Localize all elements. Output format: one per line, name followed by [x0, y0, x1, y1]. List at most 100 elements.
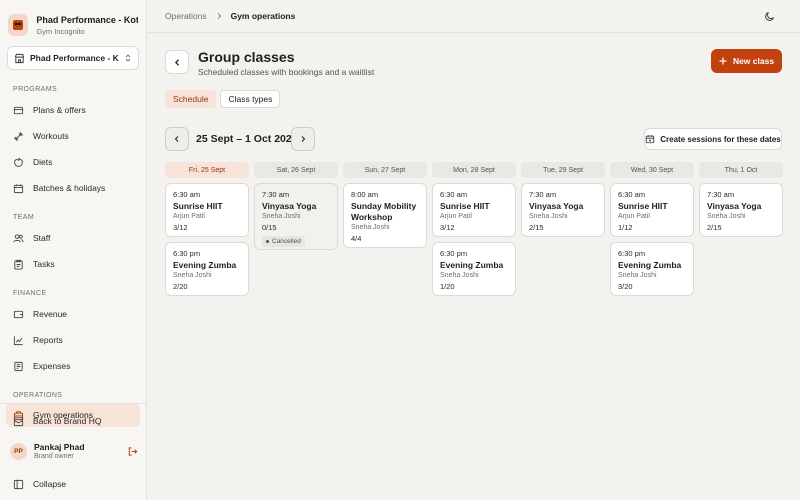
sidebar-item-diets[interactable]: Diets: [0, 150, 140, 174]
session-card[interactable]: 8:00 am Sunday Mobility Workshop Sneha J…: [343, 183, 427, 248]
session-card[interactable]: 6:30 pm Evening Zumba Sneha Joshi 2/20: [165, 242, 249, 296]
tab-class-types[interactable]: Class types: [220, 90, 281, 108]
session-time: 7:30 am: [707, 190, 735, 199]
sidebar-item-label: Plans & offers: [33, 105, 86, 115]
day-column: Mon, 28 Sept 6:30 am Sunrise HIIT Arjun …: [432, 162, 516, 296]
brand-logo-icon: [8, 14, 29, 36]
session-card[interactable]: 7:30 am Vinyasa Yoga Sneha Joshi 2/15: [521, 183, 605, 237]
section-programs-title: PROGRAMS: [13, 86, 58, 93]
new-class-label: New class: [732, 56, 775, 66]
day-header: Thu, 1 Oct: [699, 162, 783, 178]
back-button[interactable]: [165, 50, 189, 74]
session-bookings: 3/20: [618, 282, 633, 291]
sidebar-item-workouts[interactable]: Workouts: [0, 124, 140, 148]
session-time: 7:30 am: [262, 190, 290, 199]
session-trainer: Sneha Joshi: [440, 272, 479, 279]
chevron-updown-icon: [125, 54, 131, 62]
store-icon: [14, 53, 25, 63]
session-name: Evening Zumba: [173, 260, 237, 270]
session-name: Vinyasa Yoga: [529, 201, 584, 211]
sidebar-item-reports[interactable]: Reports: [0, 328, 140, 352]
day-header: Sun, 27 Sept: [343, 162, 427, 178]
sidebar-item-revenue[interactable]: Revenue: [0, 302, 140, 326]
session-card[interactable]: 6:30 pm Evening Zumba Sneha Joshi 3/20: [610, 242, 694, 296]
sidebar-item-plans[interactable]: Plans & offers: [0, 98, 140, 122]
session-card[interactable]: 6:30 pm Evening Zumba Sneha Joshi 1/20: [432, 242, 516, 296]
tab-schedule[interactable]: Schedule: [165, 90, 217, 108]
session-bookings: 2/20: [173, 282, 188, 291]
sidebar-item-batches[interactable]: Batches & holidays: [0, 176, 140, 200]
day-column: Fri, 25 Sept 6:30 am Sunrise HIIT Arjun …: [165, 162, 249, 296]
day-header: Fri, 25 Sept: [165, 162, 249, 178]
create-sessions-label: Create sessions for these dates: [660, 134, 781, 144]
sidebar-item-label: Diets: [33, 157, 53, 167]
session-name: Sunrise HIIT: [618, 201, 668, 211]
session-card[interactable]: 7:30 am Vinyasa Yoga Sneha Joshi 2/15: [699, 183, 783, 237]
page-title: Group classes: [198, 49, 295, 65]
session-name: Evening Zumba: [618, 260, 682, 270]
back-label: Back to Brand HQ: [33, 416, 102, 426]
calendar-icon: [13, 183, 24, 193]
sidebar-item-tasks[interactable]: Tasks: [0, 252, 140, 276]
status-badge: Cancelled: [262, 236, 305, 247]
next-week-button[interactable]: [291, 127, 315, 151]
week-schedule-grid: Fri, 25 Sept 6:30 am Sunrise HIIT Arjun …: [165, 162, 784, 296]
sidebar-collapse-icon: [13, 479, 24, 489]
logout-icon[interactable]: [127, 446, 138, 457]
breadcrumb-current: Gym operations: [230, 11, 296, 21]
sidebar-item-label: Expenses: [33, 361, 71, 371]
chevron-right-icon: [301, 136, 306, 142]
plus-icon: [719, 57, 727, 65]
session-bookings: 4/4: [351, 234, 362, 243]
session-name: Vinyasa Yoga: [707, 201, 762, 211]
section-operations-title: OPERATIONS: [13, 392, 63, 399]
status-dot-icon: [266, 240, 269, 243]
theme-toggle[interactable]: [764, 10, 776, 24]
session-time: 7:30 am: [529, 190, 557, 199]
day-header: Sat, 26 Sept: [254, 162, 338, 178]
user-name: Pankaj Phad: [34, 442, 85, 452]
sidebar-item-label: Revenue: [33, 309, 68, 319]
session-time: 6:30 am: [440, 190, 468, 199]
session-time: 6:30 pm: [440, 249, 468, 258]
session-trainer: Arjun Patil: [173, 213, 205, 220]
session-card[interactable]: 6:30 am Sunrise HIIT Arjun Patil 3/12: [432, 183, 516, 237]
new-class-button[interactable]: New class: [711, 49, 782, 73]
session-card[interactable]: 6:30 am Sunrise HIIT Arjun Patil 3/12: [165, 183, 249, 237]
org-select[interactable]: Phad Performance - K...: [7, 46, 139, 70]
day-column: Sat, 26 Sept 7:30 am Vinyasa Yoga Sneha …: [254, 162, 338, 296]
brand-name: Phad Performance - Kot...: [36, 14, 138, 25]
collapse-button[interactable]: Collapse: [0, 468, 140, 500]
wallet-icon: [13, 310, 24, 318]
session-card[interactable]: 7:30 am Vinyasa Yoga Sneha Joshi 0/15 Ca…: [254, 183, 338, 250]
session-time: 6:30 pm: [618, 249, 646, 258]
day-column: Thu, 1 Oct 7:30 am Vinyasa Yoga Sneha Jo…: [699, 162, 783, 296]
breadcrumb-parent[interactable]: Operations: [165, 11, 207, 21]
sidebar-item-expenses[interactable]: Expenses: [0, 354, 140, 378]
breadcrumb: Operations Gym operations: [147, 0, 800, 33]
users-icon: [13, 233, 24, 242]
sidebar-item-staff[interactable]: Staff: [0, 226, 140, 250]
section-team-title: TEAM: [13, 214, 35, 221]
moon-icon: [765, 12, 774, 21]
session-trainer: Sneha Joshi: [707, 213, 746, 220]
session-trainer: Sneha Joshi: [529, 213, 568, 220]
user-profile[interactable]: PP Pankaj Phad Brand owner: [0, 436, 146, 466]
page-subtitle: Scheduled classes with bookings and a wa…: [198, 67, 375, 77]
day-column: Tue, 29 Sept 7:30 am Vinyasa Yoga Sneha …: [521, 162, 605, 296]
brand-header[interactable]: Phad Performance - Kot... Gym Incognito: [0, 0, 146, 40]
session-name: Sunday Mobility Workshop: [351, 201, 417, 222]
create-sessions-button[interactable]: Create sessions for these dates: [644, 128, 782, 150]
back-to-brand-hq[interactable]: Back to Brand HQ: [0, 406, 140, 436]
session-card[interactable]: 6:30 am Sunrise HIIT Arjun Patil 1/12: [610, 183, 694, 237]
section-finance-title: FINANCE: [13, 290, 47, 297]
session-time: 6:30 am: [173, 190, 201, 199]
page-header: Group classes Scheduled classes with boo…: [165, 49, 782, 79]
prev-week-button[interactable]: [165, 127, 189, 151]
sidebar-item-label: Workouts: [33, 131, 69, 141]
avatar: PP: [10, 442, 27, 460]
chevron-left-icon: [174, 58, 179, 66]
sidebar-footer: Back to Brand HQ PP Pankaj Phad Brand ow…: [0, 403, 146, 500]
clipboard-icon: [14, 259, 23, 270]
day-header: Tue, 29 Sept: [521, 162, 605, 178]
